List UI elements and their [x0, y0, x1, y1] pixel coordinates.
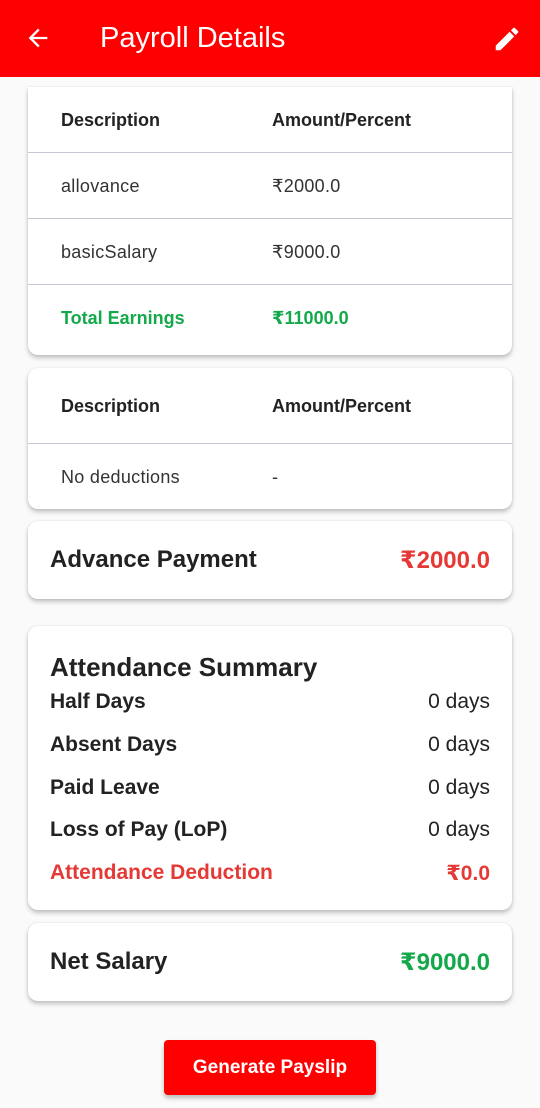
earnings-header-row: Description Amount/Percent [28, 87, 512, 153]
back-arrow-icon[interactable] [24, 24, 52, 52]
content-scroll-area[interactable]: Description Amount/Percent allovance ₹20… [0, 77, 540, 1108]
attendance-label: Absent Days [50, 733, 178, 756]
attendance-deduction-label: Attendance Deduction [50, 861, 273, 884]
net-salary-label: Net Salary [50, 948, 168, 975]
earnings-card: Description Amount/Percent allovance ₹20… [28, 87, 512, 355]
net-salary-amount: ₹9000.0 [399, 949, 490, 976]
header-description: Description [61, 110, 161, 130]
header-amount: Amount/Percent [272, 110, 412, 130]
attendance-row: Loss of Pay (LoP) 0 days [50, 818, 490, 848]
header-amount: Amount/Percent [272, 396, 412, 416]
row-description: allovance [61, 176, 140, 196]
attendance-label: Loss of Pay (LoP) [50, 818, 228, 841]
row-description: No deductions [61, 467, 180, 487]
attendance-value: 0 days [428, 690, 490, 713]
table-row: No deductions - [28, 444, 512, 510]
attendance-label: Paid Leave [50, 776, 160, 799]
attendance-value: 0 days [428, 776, 490, 799]
app-bar: Payroll Details [0, 0, 540, 77]
deductions-card: Description Amount/Percent No deductions… [28, 368, 512, 509]
row-amount: - [272, 467, 279, 487]
attendance-value: 0 days [428, 733, 490, 756]
attendance-label: Half Days [50, 690, 146, 713]
page-title: Payroll Details [100, 22, 286, 54]
table-row: allovance ₹2000.0 [28, 153, 512, 219]
attendance-value: 0 days [428, 818, 490, 841]
edit-pencil-icon[interactable] [492, 24, 522, 54]
row-amount: ₹2000.0 [272, 176, 341, 196]
row-amount: ₹9000.0 [272, 242, 341, 262]
total-earnings-amount: ₹11000.0 [272, 308, 349, 328]
attendance-deduction-value: ₹0.0 [446, 862, 490, 885]
net-salary-card: Net Salary ₹9000.0 [28, 923, 512, 1001]
row-description: basicSalary [61, 242, 158, 262]
total-earnings-row: Total Earnings ₹11000.0 [28, 285, 512, 351]
advance-payment-card: Advance Payment ₹2000.0 [28, 521, 512, 599]
attendance-summary-title: Attendance Summary [50, 652, 318, 682]
advance-payment-label: Advance Payment [50, 546, 257, 573]
table-row: basicSalary ₹9000.0 [28, 219, 512, 285]
attendance-deduction-row: Attendance Deduction ₹0.0 [50, 861, 490, 891]
attendance-row: Half Days 0 days [50, 690, 490, 720]
attendance-summary-card: Attendance Summary Half Days 0 days Abse… [28, 626, 512, 910]
attendance-row: Absent Days 0 days [50, 733, 490, 763]
header-description: Description [61, 396, 161, 416]
deductions-header-row: Description Amount/Percent [28, 368, 512, 444]
total-earnings-label: Total Earnings [61, 308, 185, 328]
generate-payslip-button[interactable]: Generate Payslip [164, 1040, 376, 1095]
attendance-row: Paid Leave 0 days [50, 776, 490, 806]
advance-payment-amount: ₹2000.0 [399, 547, 490, 574]
